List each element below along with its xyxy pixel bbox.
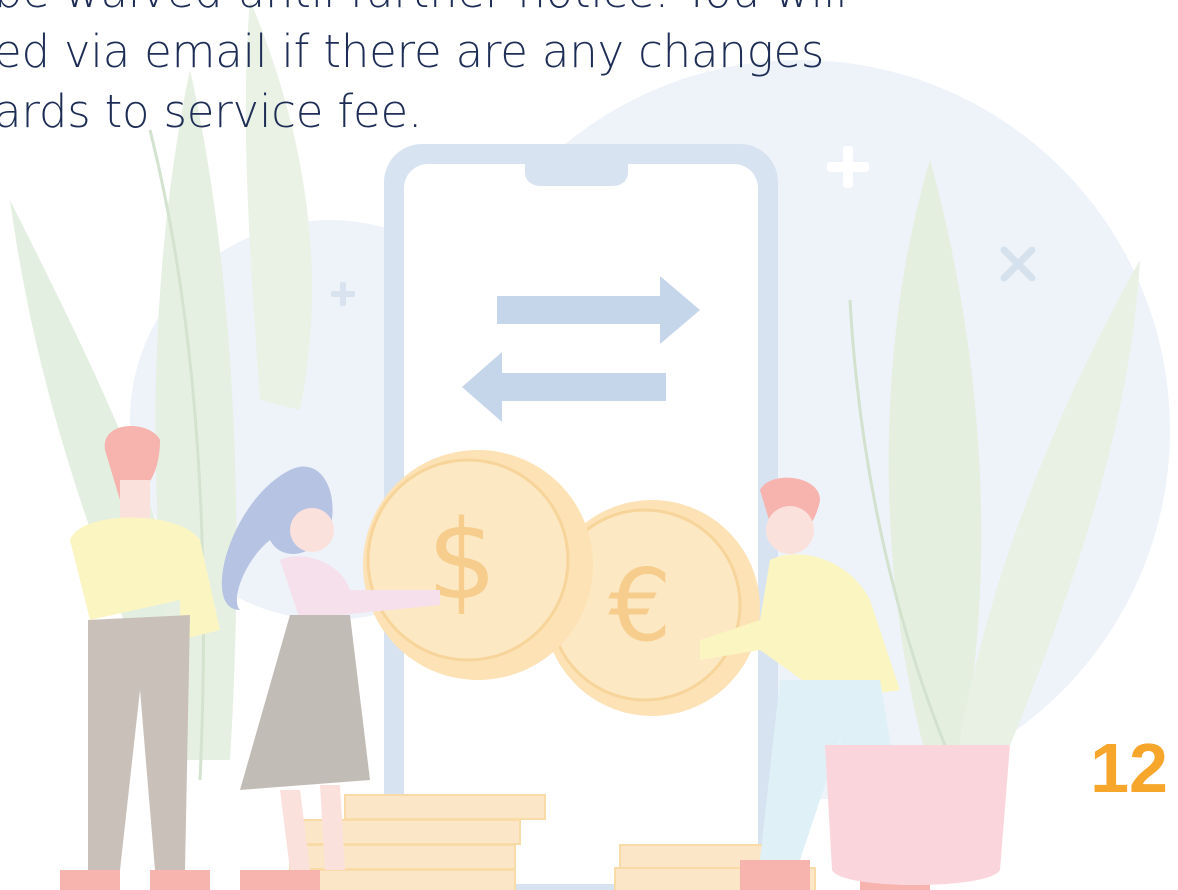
body-text-line: ards to service fee. xyxy=(0,85,423,138)
euro-icon: € xyxy=(608,547,672,664)
plant-pot xyxy=(825,745,1010,885)
dollar-coin: $ xyxy=(363,450,593,680)
body-text: be waived until further notice. You will… xyxy=(0,0,1014,142)
page-number: 12 xyxy=(1090,729,1168,807)
body-text-line: be waived until further notice. You will xyxy=(0,0,1014,22)
body-text-line: ed via email if there are any changes xyxy=(0,25,825,78)
